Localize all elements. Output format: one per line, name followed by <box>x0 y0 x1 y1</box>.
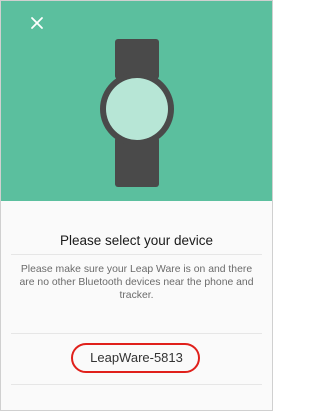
divider <box>11 333 262 334</box>
device-list-item[interactable]: LeapWare-5813 <box>1 341 272 375</box>
sheet-description: Please make sure your Leap Ware is on an… <box>19 264 254 301</box>
sheet-title: Please select your device <box>59 233 214 248</box>
close-button[interactable] <box>28 14 46 32</box>
divider <box>11 384 262 385</box>
device-selection-screen: Please select your device Please make su… <box>0 0 273 411</box>
divider <box>11 254 262 255</box>
device-name: LeapWare-5813 <box>90 350 183 365</box>
close-icon <box>31 17 43 29</box>
header-illustration-area <box>1 1 272 201</box>
